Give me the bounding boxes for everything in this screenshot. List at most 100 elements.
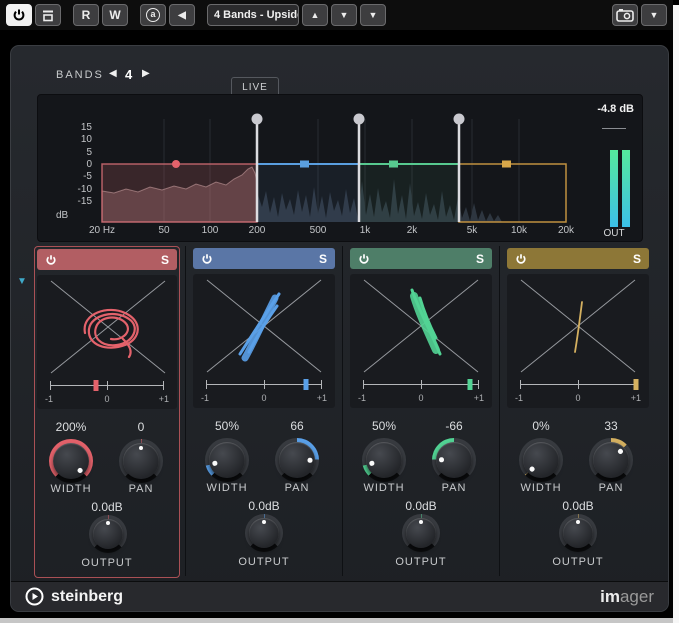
band-solo-button[interactable]: S: [476, 252, 484, 266]
band3-gain-handle[interactable]: [389, 161, 398, 168]
width-value: 50%: [348, 419, 420, 433]
output-label: OUTPUT: [191, 556, 337, 568]
width-knob[interactable]: [519, 438, 563, 482]
freq-tick: 500: [298, 225, 338, 236]
read-automation-button[interactable]: R: [73, 4, 99, 26]
output-knob[interactable]: [245, 514, 283, 552]
output-label: OUTPUT: [35, 557, 179, 569]
pan-knob[interactable]: [119, 439, 163, 483]
dropdown-icon: ▼: [650, 10, 659, 20]
pan-knob[interactable]: [589, 438, 633, 482]
output-label: OUTPUT: [505, 556, 651, 568]
power-icon: [45, 254, 57, 266]
output-label: OUTPUT: [348, 556, 494, 568]
bands-decrement-button[interactable]: ◀: [109, 68, 117, 79]
snapshot-button[interactable]: [612, 4, 638, 26]
pan-value: 33: [575, 419, 647, 433]
bands-row: BANDS ◀ 4 ▶ LIVE: [11, 60, 668, 86]
output-level-readout: -4.8 dB: [597, 103, 634, 115]
camera-icon: [616, 8, 634, 22]
crossover-handle-2[interactable]: [354, 114, 365, 125]
meter-zero-label: 0: [575, 393, 580, 403]
band3-region[interactable]: [359, 164, 459, 222]
meter-max-label: +1: [474, 393, 484, 403]
spectrum-display: 15 10 5 0 -5 -10 -15 dB: [37, 94, 643, 242]
stereo-trace: [240, 294, 279, 354]
write-automation-button[interactable]: W: [102, 4, 128, 26]
band-solo-button[interactable]: S: [633, 252, 641, 266]
band-power-button[interactable]: [358, 253, 370, 265]
band-4-vectorscope: -1 0 +1: [507, 274, 649, 408]
prev-preset-button[interactable]: ▲: [302, 4, 328, 26]
pan-meter-marker: [93, 380, 98, 391]
meter-min-label: -1: [201, 393, 209, 403]
pan-meter: [363, 379, 479, 391]
column-divider: [342, 246, 343, 576]
next-preset-button[interactable]: ▼: [331, 4, 357, 26]
band-4-panel: S -1 0 +1 0% 33 WIDTH PAN 0.0dB OUTPUT: [505, 246, 651, 578]
host-toolbar: R W a ◀ 4 Bands - Upside D ▲ ▼ ▼ ▼: [0, 0, 673, 30]
band-power-button[interactable]: [515, 253, 527, 265]
pan-value: 66: [261, 419, 333, 433]
band-power-button[interactable]: [45, 254, 57, 266]
preset-menu-button[interactable]: ▼: [360, 4, 386, 26]
output-value: 0.0dB: [191, 499, 337, 513]
band-solo-button[interactable]: S: [161, 253, 169, 267]
plugin-footer: steinberg imager: [11, 581, 668, 611]
bands-count: 4: [125, 67, 132, 82]
pan-value: -66: [418, 419, 490, 433]
crossover-handle-1[interactable]: [252, 114, 263, 125]
band2-gain-handle[interactable]: [300, 161, 309, 168]
band1-region[interactable]: [102, 164, 257, 222]
pan-meter: [50, 380, 164, 392]
meter-min-label: -1: [515, 393, 523, 403]
back-button[interactable]: ◀: [169, 4, 195, 26]
out-meter-right: [622, 150, 630, 227]
steinberg-logo-icon: [25, 587, 44, 606]
triangle-down-icon: ▼: [340, 10, 349, 20]
band-1-vectorscope: -1 0 +1: [37, 275, 177, 409]
power-button[interactable]: [6, 4, 32, 26]
preset-name: 4 Bands - Upside D: [214, 9, 299, 21]
band2-region[interactable]: [257, 164, 359, 222]
output-knob[interactable]: [89, 515, 127, 553]
band4-gain-handle[interactable]: [502, 161, 511, 168]
width-value: 0%: [505, 419, 577, 433]
band-2-header: S: [193, 248, 335, 269]
band-4-header: S: [507, 248, 649, 269]
width-label: WIDTH: [191, 482, 263, 494]
page-margin: [0, 618, 673, 623]
output-knob[interactable]: [402, 514, 440, 552]
width-knob[interactable]: [49, 439, 93, 483]
monitor-button[interactable]: [35, 4, 61, 26]
width-knob[interactable]: [362, 438, 406, 482]
pan-label: PAN: [575, 482, 647, 494]
freq-tick: 10k: [499, 225, 539, 236]
automation-button[interactable]: a: [140, 4, 166, 26]
bands-increment-button[interactable]: ▶: [142, 68, 150, 79]
freq-tick: 20 Hz: [82, 225, 122, 236]
out-label: OUT: [590, 228, 638, 239]
pan-meter: [520, 379, 636, 391]
triangle-up-icon: ▲: [311, 10, 320, 20]
pan-value: 0: [105, 420, 177, 434]
band-solo-button[interactable]: S: [319, 252, 327, 266]
band-power-button[interactable]: [201, 253, 213, 265]
pan-knob[interactable]: [275, 438, 319, 482]
freq-tick: 100: [190, 225, 230, 236]
band-1-panel: S -1 0 +1 200% 0 WIDTH PAN 0.0dB OUTPUT: [34, 246, 180, 578]
dropdown-icon: ▼: [369, 10, 378, 20]
width-knob[interactable]: [205, 438, 249, 482]
preset-selector[interactable]: 4 Bands - Upside D: [207, 4, 299, 26]
crossover-handle-3[interactable]: [454, 114, 465, 125]
band-1-header: S: [37, 249, 177, 270]
band1-gain-handle[interactable]: [172, 160, 180, 168]
output-value: 0.0dB: [348, 499, 494, 513]
output-knob[interactable]: [559, 514, 597, 552]
width-label: WIDTH: [35, 483, 107, 495]
out-meter-left: [610, 150, 618, 227]
column-divider: [185, 246, 186, 576]
pan-knob[interactable]: [432, 438, 476, 482]
expand-band-arrow[interactable]: ▼: [17, 276, 27, 287]
window-menu-button[interactable]: ▼: [641, 4, 667, 26]
